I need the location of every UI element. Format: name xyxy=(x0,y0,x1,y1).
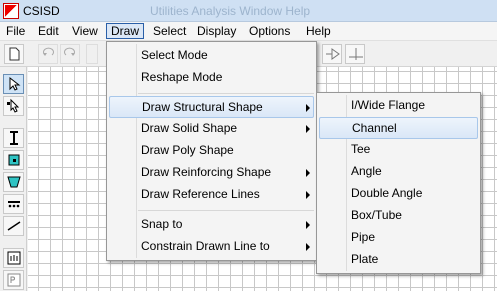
menu-item-label: Constrain Drawn Line to xyxy=(141,239,270,253)
menu-item-snap-to[interactable]: Snap to xyxy=(109,214,314,236)
title-bar: CSISD Utilities Analysis Window Help xyxy=(0,0,497,22)
menu-item-label: Draw Structural Shape xyxy=(142,100,263,114)
menu-item-draw-poly-shape[interactable]: Draw Poly Shape xyxy=(109,140,314,162)
submenu-arrow-icon xyxy=(306,243,310,251)
menu-bar: File Edit View Draw Select Display Optio… xyxy=(0,22,497,41)
menu-item-draw-solid-shape[interactable]: Draw Solid Shape xyxy=(109,118,314,140)
poly-shape-icon[interactable] xyxy=(3,172,24,192)
menu-view[interactable]: View xyxy=(68,24,102,40)
pointer-icon[interactable] xyxy=(3,74,24,94)
new-document-icon[interactable] xyxy=(4,44,24,64)
undo-icon[interactable] xyxy=(38,44,58,64)
draw-menu: Select Mode Reshape Mode Draw Structural… xyxy=(106,41,317,261)
all-icon[interactable] xyxy=(3,248,24,268)
submenu-item-plate[interactable]: Plate xyxy=(319,249,478,271)
redo-icon[interactable] xyxy=(60,44,80,64)
menu-item-reshape-mode[interactable]: Reshape Mode xyxy=(109,67,314,89)
submenu-arrow-icon xyxy=(306,191,310,199)
menu-draw[interactable]: Draw xyxy=(106,23,145,39)
app-icon xyxy=(3,3,19,19)
submenu-arrow-icon xyxy=(306,104,310,112)
submenu-arrow-icon xyxy=(306,221,310,229)
axis-icon[interactable] xyxy=(345,44,365,64)
menu-edit[interactable]: Edit xyxy=(34,24,63,40)
menu-item-draw-reference-lines[interactable]: Draw Reference Lines xyxy=(109,184,314,206)
hidden-tool-icon[interactable] xyxy=(86,44,98,64)
menu-separator xyxy=(138,210,314,211)
menu-item-select-mode[interactable]: Select Mode xyxy=(109,45,314,67)
menu-separator xyxy=(138,93,314,94)
menu-item-label: I/Wide Flange xyxy=(351,98,426,112)
i-section-icon[interactable] xyxy=(3,128,24,148)
window-title: CSISD xyxy=(23,4,60,18)
submenu-arrow-icon xyxy=(306,169,310,177)
submenu-item-double-angle[interactable]: Double Angle xyxy=(319,183,478,205)
menu-item-label: Snap to xyxy=(141,217,183,231)
menu-file[interactable]: File xyxy=(2,24,29,40)
menu-options[interactable]: Options xyxy=(245,24,294,40)
menu-item-constrain-drawn-line-to[interactable]: Constrain Drawn Line to xyxy=(109,236,314,258)
submenu-item-box-tube[interactable]: Box/Tube xyxy=(319,205,478,227)
menu-item-label: Box/Tube xyxy=(351,208,402,222)
submenu-item-angle[interactable]: Angle xyxy=(319,161,478,183)
reshape-icon[interactable] xyxy=(3,96,24,116)
submenu-item-i-wide-flange[interactable]: I/Wide Flange xyxy=(319,95,478,117)
left-toolbox xyxy=(0,67,27,291)
reinforcing-icon[interactable] xyxy=(3,194,24,214)
menu-item-draw-structural-shape[interactable]: Draw Structural Shape xyxy=(109,96,314,118)
menu-item-label: Draw Reinforcing Shape xyxy=(141,165,272,179)
menu-item-label: Double Angle xyxy=(351,186,423,200)
menu-item-label: Reshape Mode xyxy=(141,70,223,84)
menu-help[interactable]: Help xyxy=(302,24,335,40)
polygon-icon[interactable] xyxy=(322,44,342,64)
menu-item-label: Pipe xyxy=(351,230,376,244)
submenu-arrow-icon xyxy=(306,125,310,133)
menu-display[interactable]: Display xyxy=(193,24,240,40)
solid-shape-icon[interactable] xyxy=(3,150,24,170)
submenu-item-channel[interactable]: Channel xyxy=(319,117,478,139)
menu-item-label: Draw Reference Lines xyxy=(141,187,260,201)
title-bar-ghost-text: Utilities Analysis Window Help xyxy=(150,4,311,18)
menu-item-label: Select Mode xyxy=(141,48,208,62)
menu-item-draw-reinforcing-shape[interactable]: Draw Reinforcing Shape xyxy=(109,162,314,184)
menu-item-label: Draw Poly Shape xyxy=(141,143,234,157)
submenu-item-pipe[interactable]: Pipe xyxy=(319,227,478,249)
ps-icon[interactable] xyxy=(3,270,24,290)
menu-select[interactable]: Select xyxy=(149,24,190,40)
menu-item-label: Angle xyxy=(351,164,382,178)
menu-item-label: Tee xyxy=(351,142,371,156)
structural-shape-submenu: I/Wide Flange Channel Tee Angle Double A… xyxy=(316,92,481,274)
submenu-item-tee[interactable]: Tee xyxy=(319,139,478,161)
reference-line-icon[interactable] xyxy=(3,216,24,236)
menu-item-label: Draw Solid Shape xyxy=(141,121,238,135)
menu-item-label: Channel xyxy=(352,121,397,135)
menu-item-label: Plate xyxy=(351,252,379,266)
